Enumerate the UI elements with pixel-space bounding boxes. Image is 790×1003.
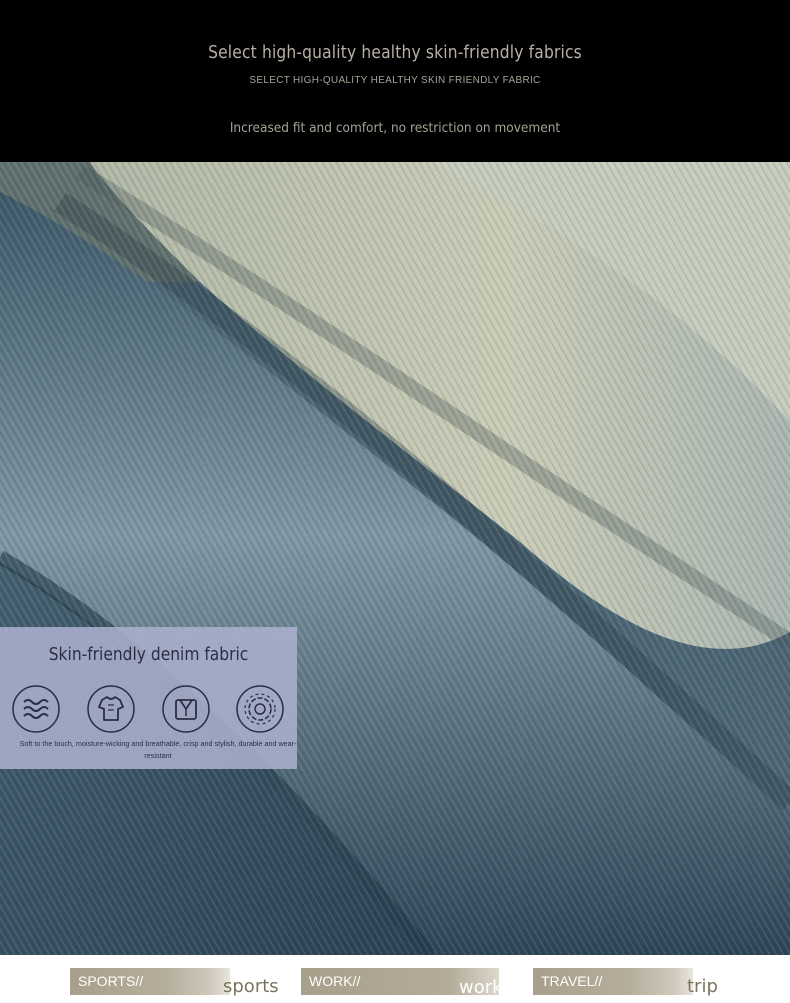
header: Select high-quality healthy skin-friendl… [0, 0, 790, 162]
collar-icon [162, 685, 210, 733]
shirt-icon [87, 685, 135, 733]
denim-fabric-photo [0, 162, 790, 955]
tag-word: sports [223, 976, 279, 997]
page-title: Select high-quality healthy skin-friendl… [208, 42, 582, 63]
footer-tags: SPORTS// sports WORK// work TRAVEL// tri… [0, 955, 790, 1003]
tag-label: SPORTS// [78, 973, 144, 989]
tag-word: work [459, 977, 503, 998]
tag-label: TRAVEL// [541, 973, 603, 989]
card-description: Soft to the touch, moisture-wicking and … [19, 739, 297, 760]
page-subtitle: SELECT HIGH-QUALITY HEALTHY SKIN FRIENDL… [249, 75, 541, 86]
fabric-info-card: Skin-friendly denim fabric Soft to the t… [0, 627, 297, 769]
card-title: Skin-friendly denim fabric [48, 644, 249, 665]
tag-sports: SPORTS// sports [70, 968, 280, 997]
tag-travel: TRAVEL// trip [533, 968, 733, 997]
tag-word: trip [687, 976, 718, 997]
denim-fabric-illustration [0, 162, 790, 955]
tag-label: WORK// [309, 973, 361, 989]
tag-work: WORK// work [301, 968, 503, 998]
flower-icon [236, 685, 284, 733]
waves-icon [12, 685, 60, 733]
page-description: Increased fit and comfort, no restrictio… [229, 120, 561, 136]
